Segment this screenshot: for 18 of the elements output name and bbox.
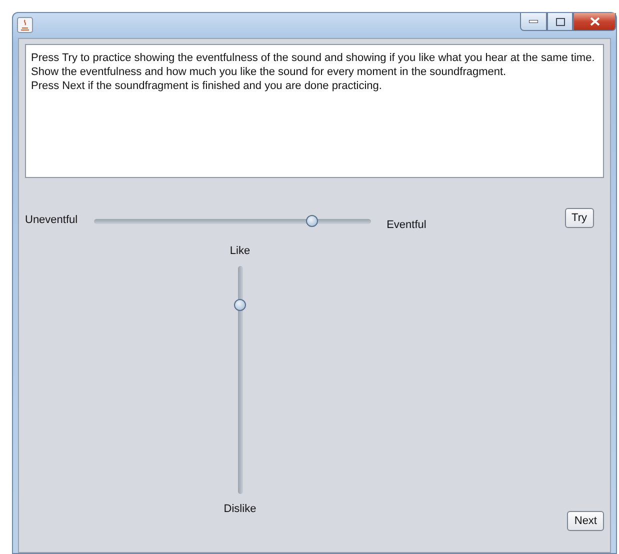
minimize-icon bbox=[529, 20, 538, 23]
minimize-button[interactable] bbox=[520, 13, 547, 31]
next-button[interactable]: Next bbox=[567, 511, 604, 531]
maximize-icon bbox=[556, 18, 564, 26]
try-button[interactable]: Try bbox=[564, 208, 594, 228]
max-label: Like bbox=[230, 245, 250, 257]
maximize-button[interactable] bbox=[547, 13, 573, 31]
instruction-text: Press Try to practice showing the eventfulness of the sound and showing if you like what you hear at the same time. bbox=[31, 51, 596, 65]
app-icon bbox=[17, 17, 33, 33]
close-icon bbox=[590, 17, 600, 26]
instruction-text: Show the eventfulness and how much you like the sound for every moment in the soundfragment. bbox=[31, 65, 508, 79]
min-label: Dislike bbox=[224, 503, 256, 515]
min-label: Uneventful bbox=[25, 214, 78, 226]
instruction-text: Press Next if the soundfragment is finished and you are done practicing. bbox=[31, 79, 383, 93]
close-button[interactable] bbox=[573, 13, 616, 31]
slider-thumb[interactable] bbox=[306, 215, 318, 227]
max-label: Eventful bbox=[386, 219, 426, 231]
slider-thumb[interactable] bbox=[234, 298, 246, 311]
